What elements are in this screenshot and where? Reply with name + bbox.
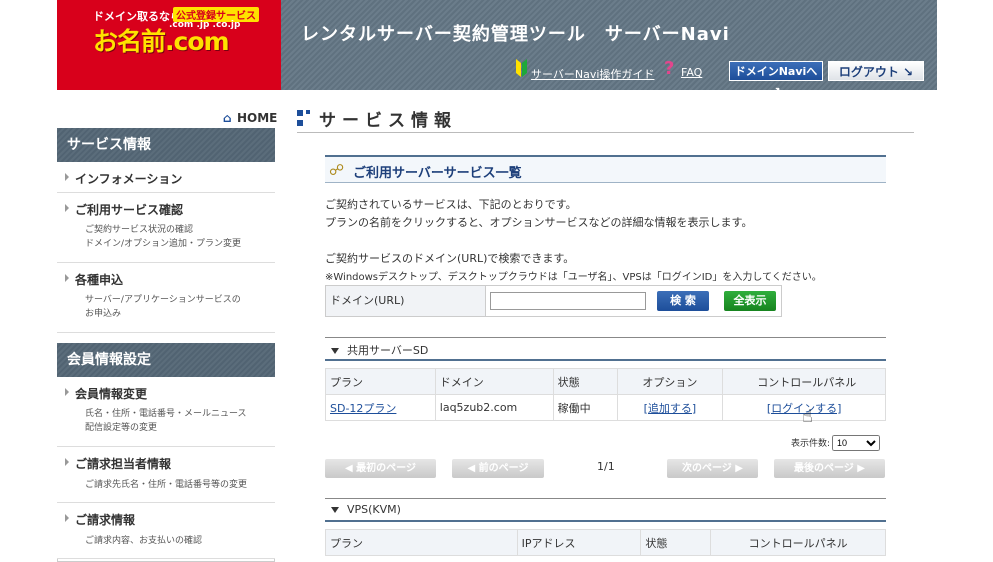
logout-button[interactable]: ログアウト ↘ [828, 61, 924, 81]
sidebar-item-desc: 氏名・住所・電話番号・メールニュース [85, 409, 247, 419]
intro-text: ご契約されているサービスは、下記のとおりです。 [325, 198, 577, 211]
sidebar-item-desc: サーバー/アプリケーションサービスの [85, 295, 241, 305]
title-divider [297, 132, 914, 133]
sidebar-item-billing-contact[interactable]: ご請求担当者情報 ご請求先氏名・住所・電話番号等の変更 [57, 447, 275, 503]
faq-link[interactable]: FAQ [681, 66, 702, 79]
triangle-down-icon [331, 507, 339, 513]
section-vps-kvm[interactable]: VPS(KVM) [325, 498, 886, 522]
table-header-row: プラン IPアドレス 状態 コントロールパネル [325, 529, 886, 556]
domain-cell: laq5zub2.com [434, 394, 554, 421]
server-list-heading: ☍ ご利用サーバーサービス一覧 [325, 155, 886, 183]
guide-link[interactable]: サーバーNavi操作ガイド [531, 66, 654, 82]
col-control-panel: コントロールパネル [722, 368, 886, 395]
sidebar-item-information[interactable]: インフォメーション [57, 162, 275, 193]
sidebar-item-service-check[interactable]: ご利用サービス確認 ご契約サービス状況の確認 ドメイン/オプション追加・プラン変… [57, 193, 275, 263]
first-page-button[interactable]: ◀ 最初のページ [325, 459, 436, 478]
search-note: ※Windowsデスクトップ、デスクトップクラウドは「ユーザ名」、VPSは「ログ… [325, 272, 822, 283]
col-plan: プラン [325, 529, 518, 556]
header-bar: レンタルサーバー契約管理ツール サーバーNavi サーバーNavi操作ガイド ?… [281, 0, 937, 98]
sidebar-heading-service: サービス情報 [57, 128, 275, 162]
server-list-title: ご利用サーバーサービス一覧 [353, 166, 522, 181]
sidebar-item-label: 各種申込 [75, 273, 124, 287]
sidebar-item-member-info[interactable]: 会員情報変更 氏名・住所・電話番号・メールニュース 配信設定等の変更 [57, 377, 275, 447]
col-option: オプション [616, 368, 724, 395]
next-page-button[interactable]: 次のページ ▶ [667, 459, 758, 478]
per-page-label: 表示件数: [791, 439, 831, 449]
plan-link[interactable]: SD-12プラン [330, 402, 396, 415]
chevron-right-icon [65, 204, 69, 212]
intro-text: プランの名前をクリックすると、オプションサービスなどの詳細な情報を表示します。 [325, 216, 753, 229]
sidebar-heading-member: 会員情報設定 [57, 343, 275, 377]
per-page-control: 表示件数: 10 [791, 435, 881, 451]
chevron-right-icon [65, 514, 69, 522]
sidebar-item-applications[interactable]: 各種申込 サーバー/アプリケーションサービスの お申込み [57, 263, 275, 333]
last-page-button[interactable]: 最後のページ ▶ [774, 459, 885, 478]
title-squares-icon [297, 110, 313, 126]
home-icon: ⌂ [223, 111, 232, 125]
onamae-logo[interactable]: ドメイン取るなら 公式登録サービス .com .jp .co.jp お名前.co… [57, 0, 281, 90]
domain-search-form: ドメイン(URL) 検 索 全表示 [325, 285, 782, 317]
section-title: 共用サーバーSD [347, 344, 429, 357]
app-title: レンタルサーバー契約管理ツール サーバーNavi [301, 24, 730, 45]
sidebar-item-desc: お申込み [85, 309, 122, 319]
sidebar-item-desc: 配信設定等の変更 [85, 423, 158, 433]
chevron-right-icon [65, 458, 69, 466]
section-title: VPS(KVM) [347, 503, 401, 516]
sidebar-item-label: ご請求情報 [75, 513, 136, 527]
triangle-down-icon [331, 348, 339, 354]
section-shared-sd[interactable]: 共用サーバーSD [325, 337, 886, 361]
domain-navi-button[interactable]: ドメインNaviへ ↗ [729, 61, 823, 98]
col-status: 状態 [640, 529, 712, 556]
chevron-right-icon [65, 388, 69, 396]
sidebar-item-label: インフォメーション [75, 172, 183, 186]
home-label: HOME [237, 111, 278, 125]
question-icon: ? [664, 58, 675, 79]
domain-search-input[interactable] [490, 292, 646, 310]
logo-brand: お名前.com [93, 27, 230, 56]
server-badge-icon: ☍ [329, 161, 345, 179]
page-title: サービス情報 [319, 111, 457, 131]
col-plan: プラン [325, 368, 436, 395]
table-header-row: プラン ドメイン 状態 オプション コントロールパネル [325, 368, 886, 395]
show-all-button[interactable]: 全表示 [724, 291, 776, 311]
chevron-right-icon [65, 173, 69, 181]
search-intro: ご契約サービスのドメイン(URL)で検索できます。 [325, 252, 575, 265]
home-link[interactable]: ⌂ HOME [223, 111, 277, 125]
prev-page-button[interactable]: ◀ 前のページ [452, 459, 544, 478]
page: ドメイン取るなら 公式登録サービス .com .jp .co.jp お名前.co… [57, 0, 937, 562]
col-status: 状態 [552, 368, 618, 395]
sidebar-item-label: ご利用サービス確認 [75, 203, 184, 217]
per-page-select[interactable]: 10 [832, 435, 881, 451]
vps-table: プラン IPアドレス 状態 コントロールパネル [325, 529, 886, 556]
sidebar-item-desc: ご契約サービス状況の確認 [85, 225, 194, 235]
sidebar-item-billing-info[interactable]: ご請求情報 ご請求内容、お支払いの確認 [57, 503, 275, 559]
header: ドメイン取るなら 公式登録サービス .com .jp .co.jp お名前.co… [57, 0, 937, 98]
sidebar-item-label: ご請求担当者情報 [75, 457, 172, 471]
col-control-panel: コントロールパネル [710, 529, 886, 556]
col-domain: ドメイン [434, 368, 554, 395]
chevron-right-icon [65, 274, 69, 282]
sidebar-item-desc: ご請求内容、お支払いの確認 [85, 536, 203, 546]
beginner-mark-icon [516, 59, 527, 77]
status-cell: 稼働中 [552, 394, 618, 421]
add-option-link[interactable]: [追加する] [644, 402, 697, 415]
hand-cursor-icon: ☝ [802, 406, 813, 427]
col-ip-address: IPアドレス [516, 529, 642, 556]
sidebar-item-desc: ご請求先氏名・住所・電話番号等の変更 [85, 480, 248, 490]
search-button[interactable]: 検 索 [657, 291, 709, 311]
domain-search-label: ドメイン(URL) [326, 286, 486, 316]
page-info: 1/1 [597, 460, 615, 473]
sidebar-item-label: 会員情報変更 [75, 387, 148, 401]
sidebar-item-desc: ドメイン/オプション追加・プラン変更 [85, 239, 242, 249]
